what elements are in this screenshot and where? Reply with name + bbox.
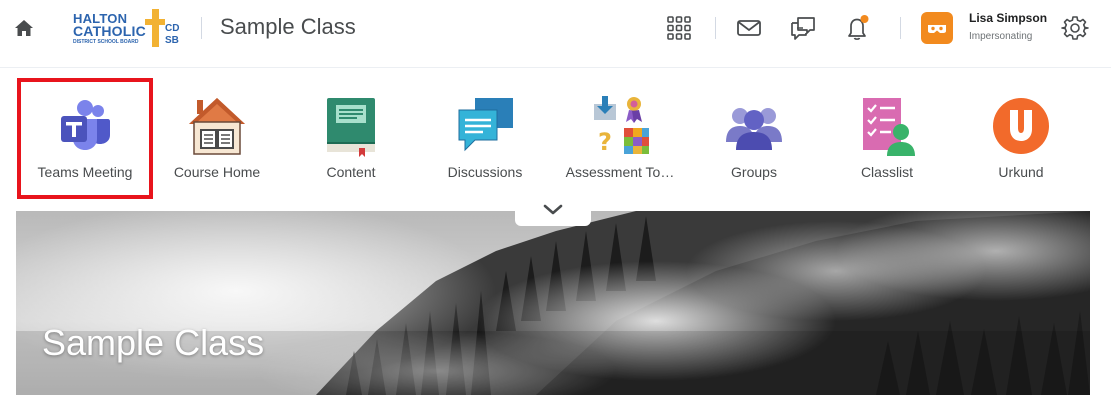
highlight-box — [17, 78, 153, 199]
nav-tile-label: Urkund — [998, 164, 1044, 180]
course-banner: Sample Class — [16, 211, 1090, 395]
nav-tile-label: Content — [326, 164, 376, 180]
nav-tile-assessment-tools[interactable]: ? Assessment To… — [556, 78, 684, 196]
waffle-grid-icon[interactable] — [665, 14, 693, 42]
nav-tile-classlist[interactable]: Classlist — [830, 78, 944, 196]
home-icon[interactable] — [14, 18, 34, 38]
notification-dot — [860, 15, 869, 23]
speech-bubbles-icon — [458, 98, 513, 152]
mail-icon[interactable] — [735, 14, 763, 42]
classlist-icon — [863, 98, 915, 156]
chevron-down-icon — [543, 204, 563, 215]
nav-tile-label: Assessment To… — [565, 164, 675, 180]
nav-tile-discussions[interactable]: Discussions — [428, 78, 542, 196]
school-board-logo[interactable]: HALTON CATHOLIC DISTRICT SCHOOL BOARD CD… — [73, 9, 181, 49]
urkund-icon — [993, 98, 1049, 154]
svg-text:?: ? — [598, 128, 612, 156]
user-name[interactable]: Lisa Simpson — [969, 11, 1047, 25]
course-nav-tiles: Teams Meeting Course Home Content Discus… — [0, 78, 1111, 202]
nav-tile-content[interactable]: Content — [295, 78, 407, 196]
assessment-tools-icon: ? — [594, 96, 649, 156]
logo-text-cd: CD — [165, 23, 180, 34]
nav-tile-label: Classlist — [860, 164, 914, 180]
people-icon — [726, 108, 782, 150]
top-navbar: HALTON CATHOLIC DISTRICT SCHOOL BOARD CD… — [0, 0, 1111, 56]
nav-tile-groups[interactable]: Groups — [697, 78, 811, 196]
nav-tile-label: Groups — [731, 164, 777, 180]
bell-icon[interactable] — [843, 14, 871, 42]
course-title[interactable]: Sample Class — [220, 14, 356, 40]
house-icon — [189, 98, 245, 155]
logo-text-catholic: CATHOLIC — [73, 23, 146, 39]
impersonating-label: Impersonating — [969, 31, 1033, 42]
avatar[interactable] — [921, 12, 953, 44]
book-icon — [327, 98, 375, 157]
gear-icon[interactable] — [1061, 14, 1089, 42]
banner-course-title: Sample Class — [42, 322, 265, 363]
misty-forest-image — [16, 211, 1090, 395]
logo-text-sb: SB — [165, 35, 179, 46]
chat-icon[interactable] — [789, 14, 817, 42]
expand-nav-button[interactable] — [515, 196, 591, 226]
divider — [715, 17, 716, 39]
logo-text-district: DISTRICT SCHOOL BOARD — [73, 39, 139, 45]
nav-tile-course-home[interactable]: Course Home — [160, 78, 274, 196]
nav-tile-urkund[interactable]: Urkund — [964, 78, 1078, 196]
divider — [900, 17, 901, 39]
impersonate-mask-icon — [928, 25, 946, 33]
divider — [201, 17, 202, 39]
nav-tile-label: Course Home — [173, 164, 261, 180]
nav-tile-label: Discussions — [447, 164, 523, 180]
header-divider — [0, 67, 1111, 68]
